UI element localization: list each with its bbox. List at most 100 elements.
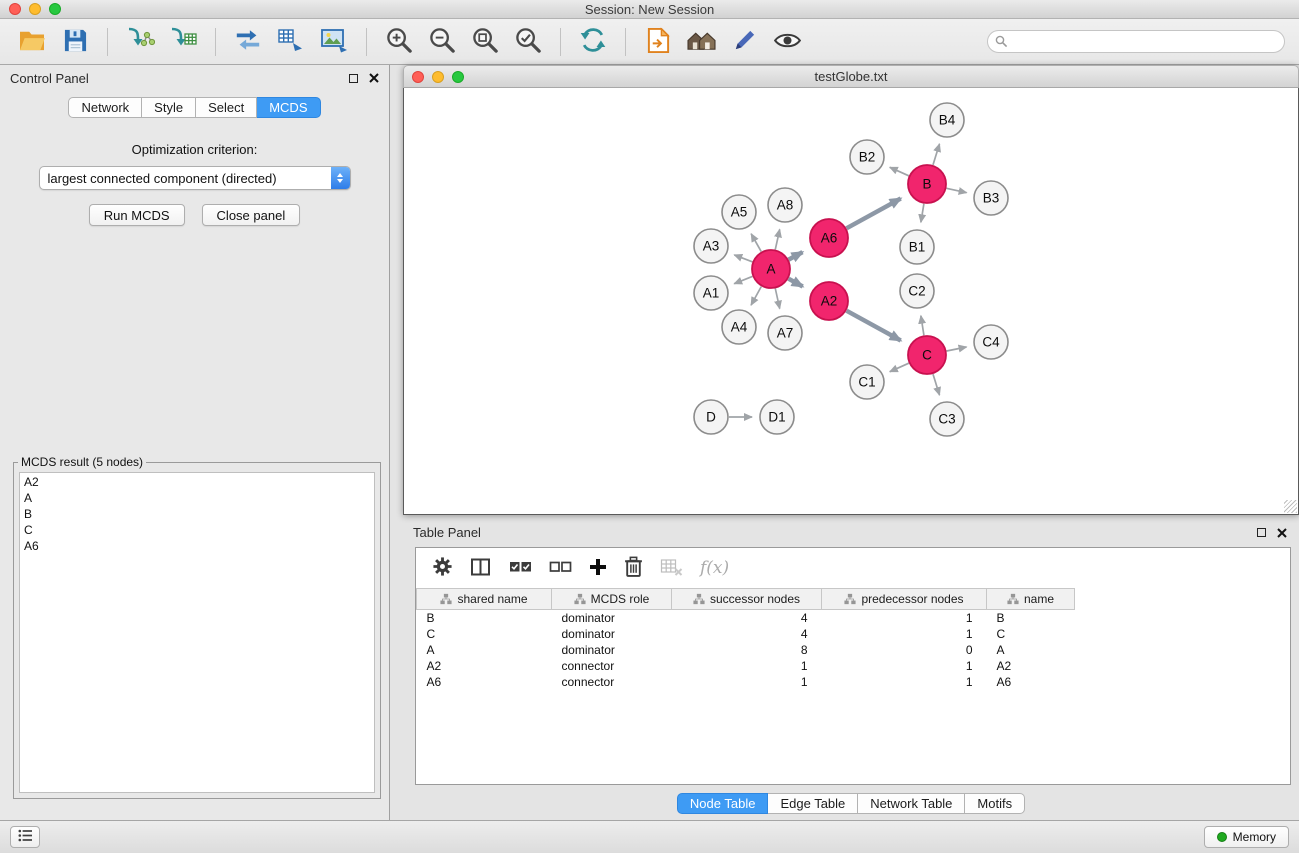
resize-grip[interactable] (1284, 500, 1297, 513)
annotations-button[interactable] (724, 23, 764, 61)
graph-node-A6[interactable]: A6 (810, 219, 848, 257)
function-builder-button[interactable]: f(x) (700, 558, 729, 578)
table-settings-button[interactable] (432, 556, 453, 580)
graph-node-A4[interactable]: A4 (722, 310, 756, 344)
table-row[interactable]: Cdominator41C (417, 626, 1075, 642)
graph-node-C3[interactable]: C3 (930, 402, 964, 436)
column-header-MCDS-role[interactable]: MCDS role (552, 589, 672, 610)
mcds-result-item[interactable]: B (24, 506, 370, 522)
graph-edge-A-A8[interactable] (775, 229, 779, 249)
minimize-window-button[interactable] (29, 3, 41, 15)
graph-node-C4[interactable]: C4 (974, 325, 1008, 359)
graph-edge-A-A3[interactable] (734, 255, 752, 262)
tab-network[interactable]: Network (68, 97, 142, 118)
first-neighbors-button[interactable] (638, 23, 678, 61)
close-table-panel-button[interactable] (1277, 528, 1287, 538)
graph-edge-A-A6[interactable] (789, 252, 803, 260)
home-button[interactable] (681, 23, 721, 61)
graph-edge-C-C1[interactable] (890, 363, 909, 372)
mcds-result-item[interactable]: A (24, 490, 370, 506)
import-table-file-button[interactable] (163, 23, 203, 61)
unselect-all-button[interactable] (549, 559, 572, 578)
graph-node-A1[interactable]: A1 (694, 276, 728, 310)
graph-edge-B-B1[interactable] (921, 204, 924, 223)
tab-network-table[interactable]: Network Table (858, 793, 965, 814)
export-image-button[interactable] (314, 23, 354, 61)
graph-edge-A6-B[interactable] (847, 199, 901, 229)
network-from-table-button[interactable] (271, 23, 311, 61)
table-row[interactable]: A2connector11A2 (417, 658, 1075, 674)
network-minimize-button[interactable] (432, 71, 444, 83)
graph-edge-A-A7[interactable] (775, 289, 779, 309)
tab-mcds[interactable]: MCDS (257, 97, 320, 118)
close-panel-icon-button[interactable] (369, 73, 379, 83)
graph-edge-A-A4[interactable] (751, 287, 761, 306)
network-canvas[interactable]: B4B2BB3A5A8A6B1A3AC2A1A2A4A7C4CC1C3DD1 (403, 88, 1299, 515)
close-panel-button[interactable]: Close panel (202, 204, 301, 226)
delete-row-button[interactable] (624, 556, 643, 580)
tab-edge-table[interactable]: Edge Table (768, 793, 858, 814)
tab-style[interactable]: Style (142, 97, 196, 118)
zoom-out-button[interactable] (422, 23, 462, 61)
graph-node-B3[interactable]: B3 (974, 181, 1008, 215)
fullscreen-window-button[interactable] (49, 3, 61, 15)
import-network-file-button[interactable] (120, 23, 160, 61)
float-panel-button[interactable] (349, 74, 358, 83)
graph-edge-B-B4[interactable] (933, 144, 940, 165)
close-window-button[interactable] (9, 3, 21, 15)
graph-node-B1[interactable]: B1 (900, 230, 934, 264)
memory-button[interactable]: Memory (1204, 826, 1289, 848)
graph-node-D1[interactable]: D1 (760, 400, 794, 434)
graph-node-A5[interactable]: A5 (722, 195, 756, 229)
table-row[interactable]: A6connector11A6 (417, 674, 1075, 690)
network-zoom-button[interactable] (452, 71, 464, 83)
graph-node-A2[interactable]: A2 (810, 282, 848, 320)
graph-edge-A2-C[interactable] (847, 311, 901, 341)
search-input[interactable] (987, 30, 1285, 53)
graph-node-A[interactable]: A (752, 250, 790, 288)
graph-node-B[interactable]: B (908, 165, 946, 203)
graph-edge-A-A5[interactable] (751, 234, 761, 252)
table-row[interactable]: Adominator80A (417, 642, 1075, 658)
graph-node-C[interactable]: C (908, 336, 946, 374)
mcds-result-item[interactable]: C (24, 522, 370, 538)
tab-node-table[interactable]: Node Table (677, 793, 769, 814)
run-mcds-button[interactable]: Run MCDS (89, 204, 185, 226)
graph-edge-A-A1[interactable] (734, 276, 752, 283)
graph-node-B2[interactable]: B2 (850, 140, 884, 174)
select-all-button[interactable] (509, 559, 532, 578)
mcds-result-item[interactable]: A2 (24, 474, 370, 490)
graph-edge-B-B3[interactable] (947, 188, 967, 192)
graph-node-A7[interactable]: A7 (768, 316, 802, 350)
mcds-result-list[interactable]: A2ABCA6 (19, 472, 375, 793)
open-session-button[interactable] (12, 23, 52, 61)
clone-network-button[interactable] (228, 23, 268, 61)
column-header-successor-nodes[interactable]: successor nodes (672, 589, 822, 610)
graph-edge-C-C3[interactable] (933, 374, 940, 395)
save-session-button[interactable] (55, 23, 95, 61)
network-close-button[interactable] (412, 71, 424, 83)
column-header-predecessor-nodes[interactable]: predecessor nodes (822, 589, 987, 610)
column-header-name[interactable]: name (987, 589, 1075, 610)
show-column-button[interactable] (470, 557, 492, 580)
float-table-panel-button[interactable] (1257, 528, 1266, 537)
apply-layout-button[interactable] (573, 23, 613, 61)
task-history-button[interactable] (10, 826, 40, 848)
zoom-in-button[interactable] (379, 23, 419, 61)
add-row-button[interactable] (589, 558, 607, 579)
mcds-result-item[interactable]: A6 (24, 538, 370, 554)
criterion-dropdown[interactable]: largest connected component (directed) (39, 166, 351, 190)
zoom-selected-button[interactable] (508, 23, 548, 61)
tab-select[interactable]: Select (196, 97, 257, 118)
graph-edge-B-B2[interactable] (890, 167, 909, 176)
graph-node-C1[interactable]: C1 (850, 365, 884, 399)
tab-motifs[interactable]: Motifs (965, 793, 1025, 814)
zoom-fit-button[interactable] (465, 23, 505, 61)
graph-node-A3[interactable]: A3 (694, 229, 728, 263)
graph-node-B4[interactable]: B4 (930, 103, 964, 137)
table-row[interactable]: Bdominator41B (417, 610, 1075, 626)
graph-node-C2[interactable]: C2 (900, 274, 934, 308)
column-header-shared-name[interactable]: shared name (417, 589, 552, 610)
graph-node-A8[interactable]: A8 (768, 188, 802, 222)
show-hide-button[interactable] (767, 23, 807, 61)
